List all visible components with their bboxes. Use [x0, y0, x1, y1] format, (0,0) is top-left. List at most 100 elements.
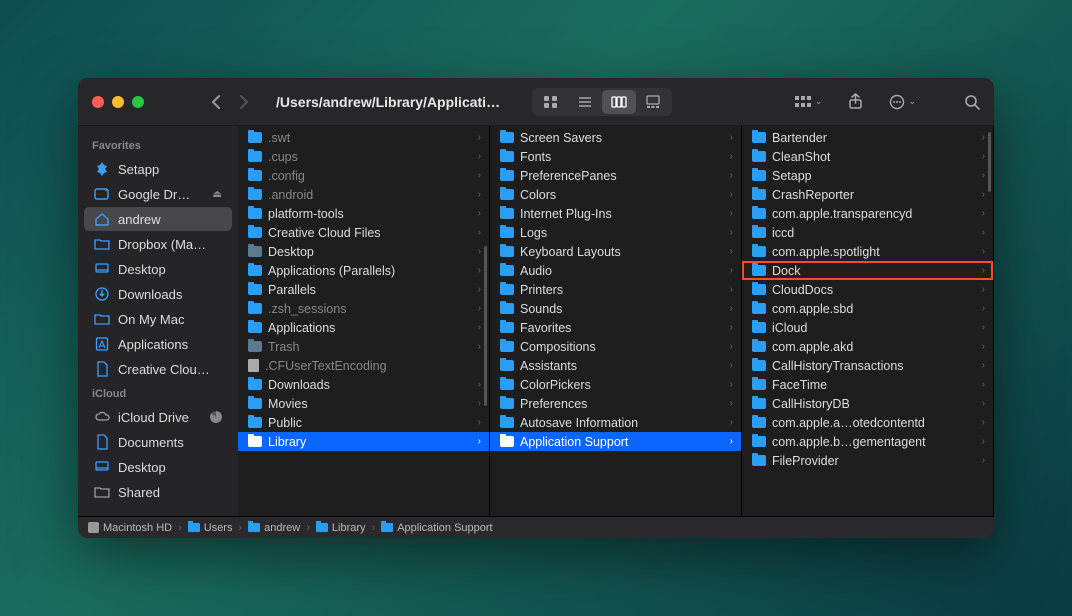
column-row[interactable]: Application Support› [490, 432, 741, 451]
column-row[interactable]: Setapp› [742, 166, 993, 185]
sidebar-item[interactable]: iCloud Drive [84, 405, 232, 429]
item-name: Bartender [772, 131, 976, 145]
column-row[interactable]: Applications (Parallels)› [238, 261, 489, 280]
column-row[interactable]: Public› [238, 413, 489, 432]
column-row[interactable]: Screen Savers› [490, 128, 741, 147]
gallery-view-button[interactable] [636, 90, 670, 114]
sidebar-item[interactable]: Shared [84, 480, 232, 504]
column-row[interactable]: Downloads› [238, 375, 489, 394]
column-row[interactable]: Logs› [490, 223, 741, 242]
sidebar-item[interactable]: andrew [84, 207, 232, 231]
sidebar[interactable]: FavoritesSetappGoogle Dr…⏏andrewDropbox … [78, 126, 238, 516]
column-row[interactable]: com.apple.transparencyd› [742, 204, 993, 223]
column-row[interactable]: Trash› [238, 337, 489, 356]
sidebar-item[interactable]: Applications [84, 332, 232, 356]
item-name: CleanShot [772, 150, 976, 164]
path-segment[interactable]: Users [188, 522, 233, 534]
column-row[interactable]: .cups› [238, 147, 489, 166]
forward-button[interactable] [239, 94, 250, 110]
column-row[interactable]: Desktop› [238, 242, 489, 261]
column-row[interactable]: .CFUserTextEncoding [238, 356, 489, 375]
item-name: Setapp [772, 169, 976, 183]
column-row[interactable]: CallHistoryTransactions› [742, 356, 993, 375]
share-button[interactable] [848, 93, 863, 110]
zoom-button[interactable] [132, 96, 144, 108]
column-row[interactable]: Internet Plug-Ins› [490, 204, 741, 223]
path-bar[interactable]: Macintosh HD›Users›andrew›Library›Applic… [78, 516, 994, 538]
path-segment[interactable]: Macintosh HD [88, 522, 172, 534]
sidebar-item[interactable]: Google Dr…⏏ [84, 182, 232, 206]
column-row[interactable]: Fonts› [490, 147, 741, 166]
column-row[interactable]: com.apple.a…otedcontentd› [742, 413, 993, 432]
column[interactable]: Screen Savers›Fonts›PreferencePanes›Colo… [490, 126, 742, 516]
column-row[interactable]: iccd› [742, 223, 993, 242]
scrollbar[interactable] [988, 132, 991, 192]
column-row[interactable]: .android› [238, 185, 489, 204]
column-row-highlighted[interactable]: Dock› [742, 261, 993, 280]
column-row[interactable]: .swt› [238, 128, 489, 147]
sidebar-item[interactable]: Documents [84, 430, 232, 454]
item-name: Assistants [520, 359, 724, 373]
item-name: .config [268, 169, 472, 183]
column-row[interactable]: Preferences› [490, 394, 741, 413]
sidebar-item[interactable]: On My Mac [84, 307, 232, 331]
column-row[interactable]: com.apple.sbd› [742, 299, 993, 318]
scrollbar[interactable] [484, 246, 487, 406]
column-row[interactable]: Bartender› [742, 128, 993, 147]
minimize-button[interactable] [112, 96, 124, 108]
sidebar-item[interactable]: Creative Clou… [84, 357, 232, 381]
column-row[interactable]: Keyboard Layouts› [490, 242, 741, 261]
column-row[interactable]: CrashReporter› [742, 185, 993, 204]
column-row[interactable]: CallHistoryDB› [742, 394, 993, 413]
column-row[interactable]: platform-tools› [238, 204, 489, 223]
column-view-button[interactable] [602, 90, 636, 114]
eject-icon[interactable]: ⏏ [213, 189, 222, 200]
list-view-button[interactable] [568, 90, 602, 114]
column-row[interactable]: FaceTime› [742, 375, 993, 394]
folder-icon [248, 417, 262, 428]
path-segment[interactable]: Library [316, 522, 366, 534]
chevron-right-icon: › [478, 227, 481, 238]
column-row[interactable]: ColorPickers› [490, 375, 741, 394]
column-row[interactable]: Audio› [490, 261, 741, 280]
column-row[interactable]: com.apple.spotlight› [742, 242, 993, 261]
sidebar-item[interactable]: Desktop [84, 257, 232, 281]
folder-icon [500, 341, 514, 352]
column-row[interactable]: Colors› [490, 185, 741, 204]
group-by-button[interactable]: ⌄ [794, 95, 823, 109]
column-row[interactable]: .config› [238, 166, 489, 185]
path-segment[interactable]: andrew [248, 522, 300, 534]
column-row[interactable]: Compositions› [490, 337, 741, 356]
sidebar-item[interactable]: Dropbox (Ma… [84, 232, 232, 256]
column-row[interactable]: com.apple.b…gementagent› [742, 432, 993, 451]
column-row[interactable]: PreferencePanes› [490, 166, 741, 185]
close-button[interactable] [92, 96, 104, 108]
column-row[interactable]: .zsh_sessions› [238, 299, 489, 318]
column-row[interactable]: Movies› [238, 394, 489, 413]
column-row[interactable]: Printers› [490, 280, 741, 299]
column-row[interactable]: FileProvider› [742, 451, 993, 470]
column-row[interactable]: Sounds› [490, 299, 741, 318]
column-row[interactable]: CloudDocs› [742, 280, 993, 299]
column[interactable]: Bartender›CleanShot›Setapp›CrashReporter… [742, 126, 994, 516]
column-row[interactable]: Assistants› [490, 356, 741, 375]
sidebar-item[interactable]: Setapp [84, 157, 232, 181]
action-button[interactable]: ⌄ [889, 94, 916, 110]
path-segment[interactable]: Application Support [381, 522, 492, 534]
column-row[interactable]: Favorites› [490, 318, 741, 337]
icon-view-button[interactable] [534, 90, 568, 114]
column-row[interactable]: Library› [238, 432, 489, 451]
column-row[interactable]: com.apple.akd› [742, 337, 993, 356]
column-row[interactable]: iCloud› [742, 318, 993, 337]
sidebar-item[interactable]: Downloads [84, 282, 232, 306]
column-row[interactable]: CleanShot› [742, 147, 993, 166]
column-row[interactable]: Autosave Information› [490, 413, 741, 432]
column[interactable]: .swt›.cups›.config›.android›platform-too… [238, 126, 490, 516]
column-row[interactable]: Parallels› [238, 280, 489, 299]
search-button[interactable] [964, 94, 980, 110]
doc-icon [94, 434, 110, 450]
column-row[interactable]: Creative Cloud Files› [238, 223, 489, 242]
back-button[interactable] [210, 94, 221, 110]
column-row[interactable]: Applications› [238, 318, 489, 337]
sidebar-item[interactable]: Desktop [84, 455, 232, 479]
